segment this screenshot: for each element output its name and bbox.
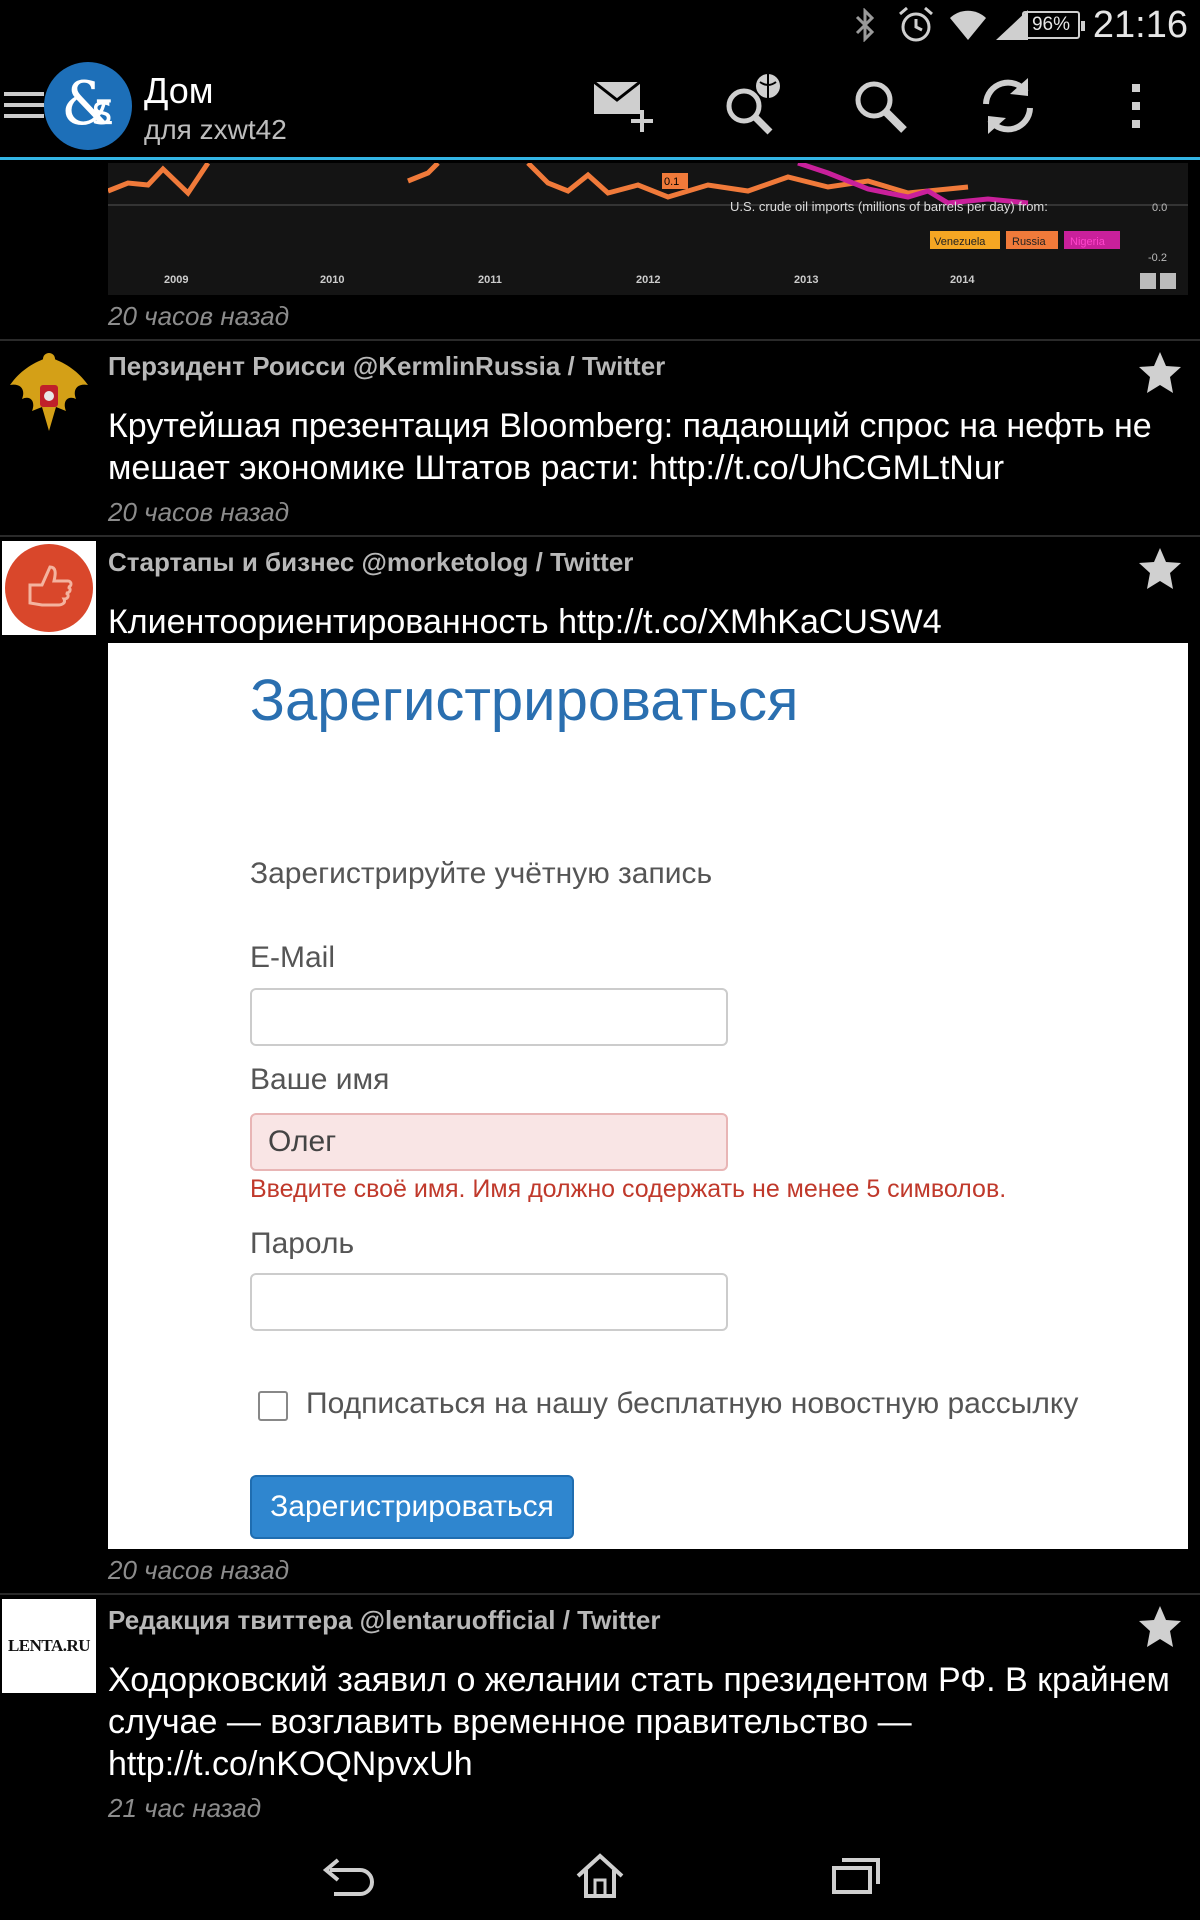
tweet-author[interactable]: Стартапы и бизнес @morketolog / Twitter (108, 547, 633, 578)
tweet-timestamp: 20 часов назад (108, 497, 290, 527)
action-bar: & s Дом для zxwt42 (0, 50, 1200, 160)
newsletter-checkbox (258, 1391, 288, 1421)
tweet-timestamp: 20 часов назад (108, 1555, 290, 1585)
bluetooth-icon (852, 7, 878, 47)
chart-year-2: 2011 (478, 274, 502, 286)
tweet-text[interactable]: Клиентоориентированность http://t.co/XMh… (108, 601, 1178, 643)
chart-year-1: 2010 (320, 274, 344, 286)
favorite-star-icon[interactable] (1136, 545, 1184, 593)
legend-nigeria: Nigeria (1070, 236, 1106, 248)
chart-tick-right-1: -0.2 (1148, 252, 1167, 264)
name-error-message: Введите своё имя. Имя должно содержать н… (250, 1175, 1007, 1203)
favorite-star-icon[interactable] (1136, 1603, 1184, 1651)
chart-tick-right-0: 0.0 (1152, 202, 1167, 214)
recent-apps-icon[interactable] (824, 1844, 888, 1908)
tweet-author[interactable]: Редакция твиттера @lentaruofficial / Twi… (108, 1605, 660, 1636)
email-field (250, 988, 728, 1046)
facebook-share-icon (1160, 273, 1176, 289)
refresh-icon[interactable] (972, 70, 1044, 142)
search-icon[interactable] (844, 70, 916, 142)
legend-russia: Russia (1012, 236, 1047, 248)
alarm-icon (896, 6, 936, 49)
avatar[interactable]: LENTA.RU (2, 1599, 96, 1693)
battery-icon: 96% (1022, 11, 1085, 39)
tweet-text[interactable]: Крутейшая презентация Bloomberg: падающи… (108, 405, 1178, 489)
chart-year-4: 2013 (794, 274, 818, 286)
twitter-share-icon (1140, 273, 1156, 289)
timeline-feed[interactable]: 0.1 U.S. crude oil imports (millions of … (0, 163, 1200, 1830)
name-field: Олег (250, 1113, 728, 1171)
global-search-icon[interactable] (716, 70, 788, 142)
password-label: Пароль (250, 1227, 355, 1260)
legend-venezuela: Venezuela (934, 236, 986, 248)
tweet-author[interactable]: Перзидент Роисси @KermlinRussia / Twitte… (108, 351, 665, 382)
chart-caption: U.S. crude oil imports (millions of barr… (730, 199, 1048, 214)
back-icon[interactable] (312, 1844, 376, 1908)
chart-year-5: 2014 (950, 274, 975, 286)
wifi-icon (948, 6, 988, 47)
clock: 21:16 (1092, 4, 1188, 46)
tweet-timestamp: 21 час назад (108, 1793, 262, 1823)
tweet-text[interactable]: Ходорковский заявил о желании стать през… (108, 1659, 1178, 1785)
home-icon[interactable] (568, 1844, 632, 1908)
divider (0, 1593, 1200, 1595)
divider (0, 339, 1200, 341)
app-logo[interactable]: & s (44, 62, 132, 150)
avatar[interactable] (2, 345, 96, 439)
tweet-image-chart[interactable]: 0.1 U.S. crude oil imports (millions of … (108, 163, 1188, 295)
avatar[interactable] (2, 541, 96, 635)
name-label: Ваше имя (250, 1063, 390, 1096)
svg-text:s: s (92, 88, 113, 134)
tweet-image-registration-form[interactable]: Зарегистрироваться Зарегистрируйте учётн… (108, 643, 1188, 1549)
chart-year-0: 2009 (164, 274, 188, 286)
avatar-text: LENTA.RU (7, 1636, 91, 1655)
email-label: E-Mail (250, 941, 336, 974)
divider (0, 535, 1200, 537)
form-subtitle: Зарегистрируйте учётную запись (250, 857, 713, 890)
password-field (250, 1273, 728, 1331)
newsletter-label: Подписаться на нашу бесплатную новостную… (306, 1387, 1079, 1420)
system-nav-bar (0, 1830, 1200, 1920)
chart-annotation: 0.1 (664, 176, 679, 188)
overflow-menu-icon[interactable] (1100, 70, 1172, 142)
favorite-star-icon[interactable] (1136, 349, 1184, 397)
page-title: Дом (144, 70, 214, 111)
status-bar: 96% 21:16 (0, 0, 1200, 50)
menu-icon[interactable] (4, 92, 44, 120)
tweet-timestamp: 20 часов назад (108, 301, 290, 331)
form-title: Зарегистрироваться (250, 668, 799, 733)
register-button: Зарегистрироваться (250, 1475, 574, 1539)
account-subtitle: для zxwt42 (144, 114, 287, 145)
compose-message-icon[interactable] (588, 70, 660, 142)
chart-year-3: 2012 (636, 274, 660, 286)
